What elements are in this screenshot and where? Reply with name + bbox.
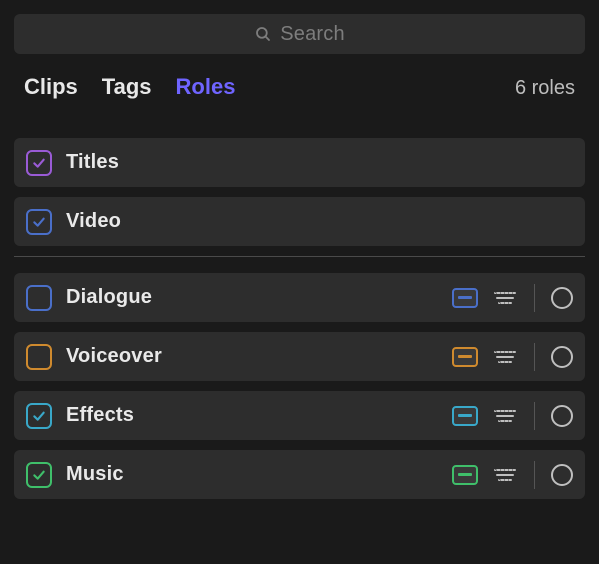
role-row-dialogue[interactable]: Dialogue (14, 273, 585, 322)
checkbox-titles[interactable] (26, 150, 52, 176)
checkbox-voiceover[interactable] (26, 344, 52, 370)
action-divider (534, 343, 535, 371)
roles-count: 6 roles (515, 77, 575, 100)
action-divider (534, 284, 535, 312)
search-input[interactable]: Search (14, 14, 585, 54)
role-label: Video (66, 210, 121, 233)
search-placeholder: Search (280, 23, 345, 46)
tab-tags[interactable]: Tags (102, 74, 152, 100)
solo-button[interactable] (551, 405, 573, 427)
action-divider (534, 461, 535, 489)
tab-clips[interactable]: Clips (24, 74, 78, 100)
role-row-titles[interactable]: Titles (14, 138, 585, 187)
focus-lane-button[interactable] (452, 465, 478, 485)
roles-panel: Search Clips Tags Roles 6 roles Titles V… (0, 0, 599, 564)
focus-lane-button[interactable] (452, 347, 478, 367)
index-tab-row: Clips Tags Roles 6 roles (14, 74, 585, 120)
show-subroles-button[interactable] (492, 408, 518, 424)
checkbox-dialogue[interactable] (26, 285, 52, 311)
role-row-effects[interactable]: Effects (14, 391, 585, 440)
role-row-voiceover[interactable]: Voiceover (14, 332, 585, 381)
show-subroles-button[interactable] (492, 290, 518, 306)
tab-roles[interactable]: Roles (176, 74, 236, 100)
show-subroles-button[interactable] (492, 349, 518, 365)
checkbox-effects[interactable] (26, 403, 52, 429)
role-row-video[interactable]: Video (14, 197, 585, 246)
solo-button[interactable] (551, 464, 573, 486)
show-subroles-button[interactable] (492, 467, 518, 483)
solo-button[interactable] (551, 346, 573, 368)
role-label: Effects (66, 404, 134, 427)
action-divider (534, 402, 535, 430)
role-label: Music (66, 463, 124, 486)
focus-lane-button[interactable] (452, 288, 478, 308)
roles-list: Titles Video Dialogue (14, 120, 585, 499)
search-icon (254, 25, 272, 43)
focus-lane-button[interactable] (452, 406, 478, 426)
group-divider (14, 256, 585, 257)
role-row-music[interactable]: Music (14, 450, 585, 499)
role-label: Titles (66, 151, 119, 174)
role-label: Voiceover (66, 345, 162, 368)
checkbox-music[interactable] (26, 462, 52, 488)
solo-button[interactable] (551, 287, 573, 309)
role-label: Dialogue (66, 286, 152, 309)
checkbox-video[interactable] (26, 209, 52, 235)
